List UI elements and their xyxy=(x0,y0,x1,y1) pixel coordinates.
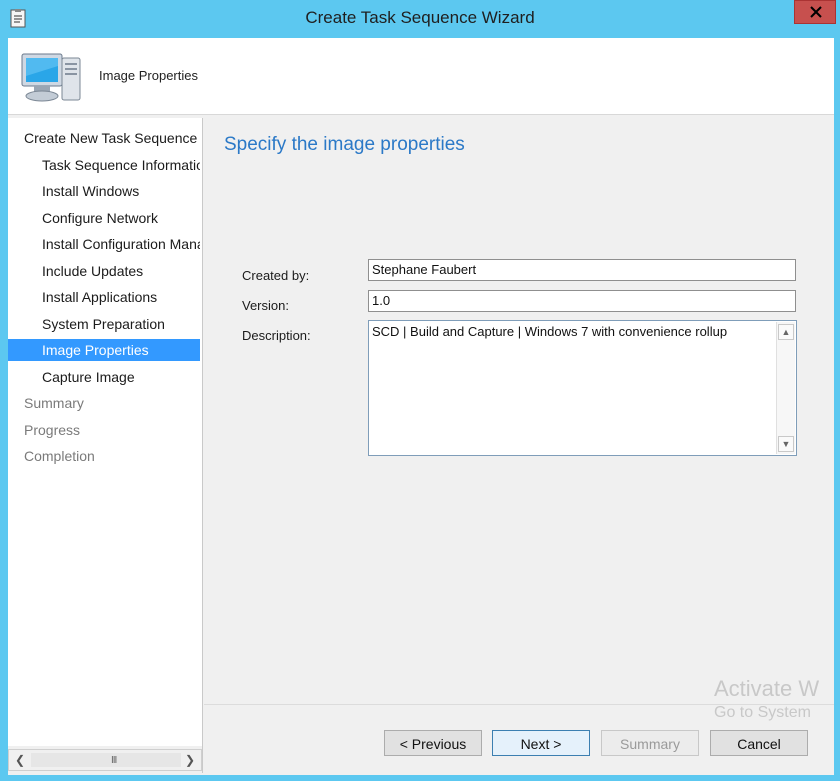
nav-item-install-windows[interactable]: Install Windows xyxy=(8,180,200,202)
nav-divider xyxy=(202,118,203,773)
computer-icon xyxy=(21,53,81,102)
nav-item-configure-network[interactable]: Configure Network xyxy=(8,207,200,229)
nav-item-progress[interactable]: Progress xyxy=(8,419,200,441)
content-panel: Specify the image properties Created by:… xyxy=(204,118,834,746)
previous-button[interactable]: < Previous xyxy=(384,730,482,756)
description-text: SCD | Build and Capture | Windows 7 with… xyxy=(372,324,728,339)
created-by-label: Created by: xyxy=(242,268,310,283)
version-field[interactable]: 1.0 xyxy=(368,290,796,312)
nav-item-image-properties[interactable]: Image Properties xyxy=(8,339,200,361)
scroll-right-icon[interactable]: ❯ xyxy=(181,751,199,769)
description-label: Description: xyxy=(242,328,311,343)
header-divider xyxy=(8,114,834,115)
nav-item-install-configuration-manager[interactable]: Install Configuration Manager xyxy=(8,233,200,255)
scroll-thumb[interactable]: III xyxy=(31,753,181,767)
nav-item-capture-image[interactable]: Capture Image xyxy=(8,366,200,388)
wizard-step-list: Create New Task Sequence Task Sequence In… xyxy=(8,118,202,746)
wizard-client: Image Properties Create New Task Sequenc… xyxy=(8,38,834,775)
next-button[interactable]: Next > xyxy=(492,730,590,756)
scroll-grip: III xyxy=(111,755,117,766)
description-textarea[interactable]: SCD | Build and Capture | Windows 7 with… xyxy=(368,320,797,456)
close-icon xyxy=(810,6,822,18)
nav-item-completion[interactable]: Completion xyxy=(8,445,200,467)
nav-item-include-updates[interactable]: Include Updates xyxy=(8,260,200,282)
page-heading: Specify the image properties xyxy=(224,134,465,155)
scroll-left-icon[interactable]: ❮ xyxy=(11,751,29,769)
nav-item-summary[interactable]: Summary xyxy=(8,392,200,414)
window-title: Create Task Sequence Wizard xyxy=(305,8,535,27)
nav-horizontal-scrollbar[interactable]: ❮ III ❯ xyxy=(8,749,202,771)
nav-item-install-applications[interactable]: Install Applications xyxy=(8,286,200,308)
scroll-up-icon[interactable]: ▲ xyxy=(778,324,794,340)
wizard-window: Create Task Sequence Wizard Image Proper… xyxy=(0,0,840,781)
nav-item-create-new-task-sequence[interactable]: Create New Task Sequence xyxy=(8,127,200,149)
header-title: Image Properties xyxy=(99,68,198,83)
title-bar[interactable]: Create Task Sequence Wizard xyxy=(0,0,840,38)
version-label: Version: xyxy=(242,298,289,313)
wizard-header: Image Properties xyxy=(8,38,834,114)
nav-item-task-sequence-information[interactable]: Task Sequence Information xyxy=(8,154,200,176)
scroll-down-icon[interactable]: ▼ xyxy=(778,436,794,452)
cancel-button[interactable]: Cancel xyxy=(710,730,808,756)
created-by-field[interactable]: Stephane Faubert xyxy=(368,259,796,281)
nav-item-system-preparation[interactable]: System Preparation xyxy=(8,313,200,335)
footer-divider xyxy=(204,704,834,705)
summary-button[interactable]: Summary xyxy=(601,730,699,756)
close-button[interactable] xyxy=(794,0,836,24)
description-scrollbar[interactable]: ▲ ▼ xyxy=(776,322,795,454)
